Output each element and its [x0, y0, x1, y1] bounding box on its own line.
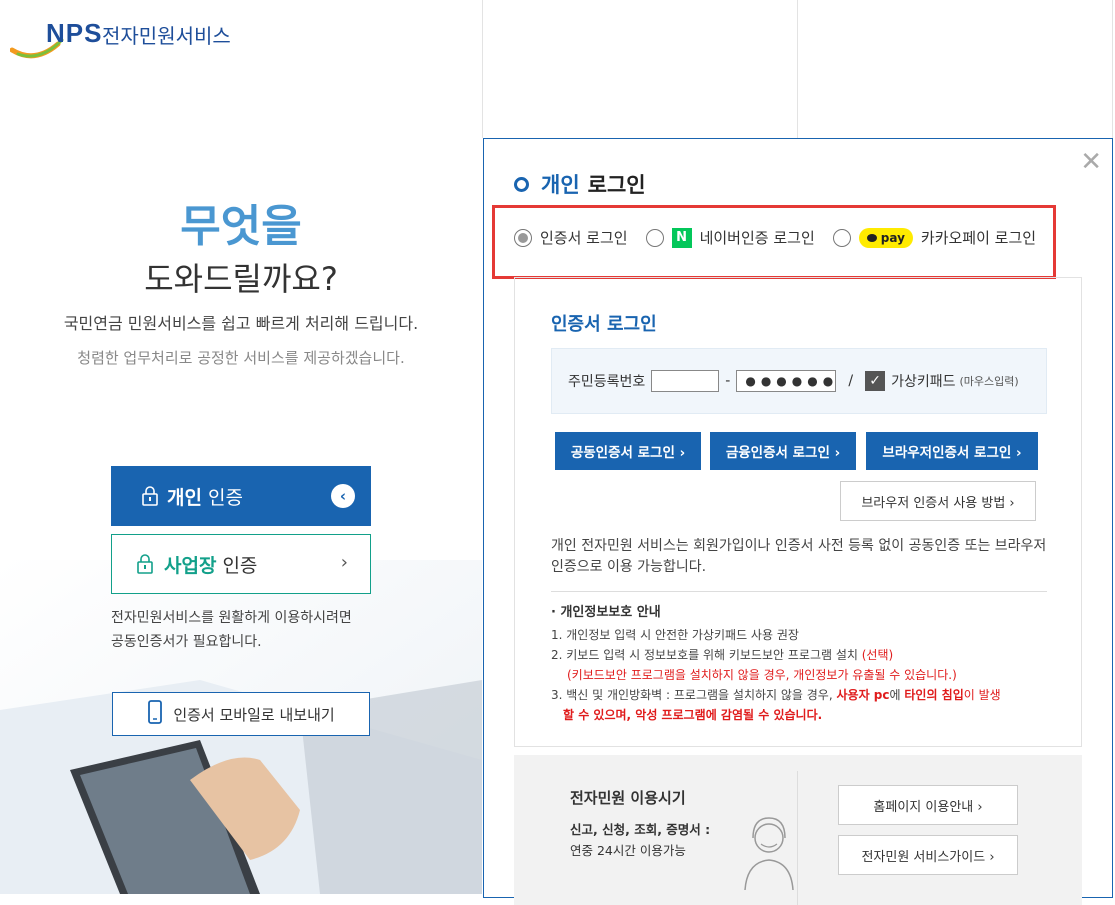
lock-icon	[136, 554, 154, 574]
service-hours-text: 신고, 신청, 조회, 증명서 : 연중 24시간 이용가능	[570, 822, 711, 858]
virtual-keypad-label: 가상키패드	[891, 374, 956, 390]
radio-label: 카카오페이 로그인	[920, 229, 1037, 247]
rrn-front-input[interactable]	[651, 370, 720, 392]
ring-bullet-icon	[514, 176, 529, 192]
personal-login-modal: ✕ 개인 로그인 인증서 로그인 N 네이버인증 로그인 pay 카카오페이 로…	[483, 138, 1113, 905]
privacy-item: 1. 개인정보 입력 시 안전한 가상키패드 사용 권장	[551, 628, 799, 642]
cert-mobile-export-button[interactable]: 인증서 모바일로 내보내기	[112, 692, 370, 736]
cert-required-note: 전자민원서비스를 원활하게 이용하시려면 공동인증서가 필요합니다.	[111, 606, 391, 654]
rrn-slash: /	[848, 373, 854, 389]
virtual-keypad-sublabel: (마우스입력)	[959, 375, 1019, 388]
hero-tagline: 청렴한 업무처리로 공정한 서비스를 제공하겠습니다.	[77, 349, 405, 367]
bg-divider	[482, 0, 483, 138]
joint-cert-login-button[interactable]: 공동인증서 로그인 ›	[555, 432, 701, 470]
modal-title: 개인 로그인	[514, 169, 646, 199]
rrn-input-group: 주민등록번호 - ●●●●●● / ✓ 가상키패드 (마우스입력)	[551, 348, 1047, 414]
note-line: 전자민원서비스를 원활하게 이용하시려면	[111, 610, 352, 626]
privacy-heading: · 개인정보보호 안내	[551, 605, 661, 620]
note-line: 공동인증서가 필요합니다.	[111, 634, 262, 650]
rrn-back-input[interactable]: ●●●●●●	[736, 370, 837, 392]
chevron-left-icon: ‹	[331, 484, 355, 508]
cert-login-title: 인증서 로그인	[551, 314, 657, 335]
mobile-export-label: 인증서 모바일로 내보내기	[173, 705, 335, 724]
logo-brand: NPS	[46, 18, 103, 48]
virtual-keypad-checkbox[interactable]: ✓	[865, 371, 886, 391]
hero-description: 국민연금 민원서비스를 쉽고 빠르게 처리해 드립니다.	[63, 314, 419, 333]
business-auth-label-bold: 사업장	[164, 554, 217, 577]
rrn-label: 주민등록번호	[568, 374, 646, 390]
homepage-guide-button[interactable]: 홈페이지 이용안내 ›	[838, 785, 1018, 825]
business-auth-button[interactable]: 사업장 인증 ›	[111, 534, 371, 594]
rrn-dash: -	[725, 373, 731, 389]
privacy-warning: (키보드보안 프로그램을 설치하지 않을 경우, 개인정보가 유출될 수 있습니…	[567, 668, 957, 682]
privacy-item: 2. 키보드 입력 시 정보보호를 위해 키보드보안 프로그램 설치 (선택)	[551, 648, 894, 662]
naver-logo-icon: N	[671, 227, 692, 248]
personal-auth-label-bold: 개인	[167, 486, 202, 509]
browser-cert-howto-button[interactable]: 브라우저 인증서 사용 방법 ›	[840, 481, 1036, 521]
radio-button[interactable]	[832, 228, 851, 247]
hero-heading: 무엇을	[180, 201, 302, 252]
login-method-group: 인증서 로그인 N 네이버인증 로그인 pay 카카오페이 로그인	[514, 227, 1054, 248]
logo-service-name: 전자민원서비스	[102, 24, 231, 48]
service-guide-button[interactable]: 전자민원 서비스가이드 ›	[838, 835, 1018, 875]
radio-button-selected[interactable]	[514, 228, 532, 247]
radio-cert-login[interactable]: 인증서 로그인	[514, 227, 628, 248]
service-hours-title: 전자민원 이용시기	[570, 789, 686, 807]
personal-auth-label: 인증	[207, 486, 243, 509]
close-icon[interactable]: ✕	[1080, 149, 1102, 175]
privacy-notice: · 개인정보보호 안내 1. 개인정보 입력 시 안전한 가상키패드 사용 권장…	[551, 603, 1061, 725]
radio-label: 인증서 로그인	[540, 229, 628, 247]
personal-auth-button[interactable]: 개인 인증 ‹	[111, 466, 371, 526]
business-auth-label: 인증	[222, 554, 258, 577]
mobile-phone-icon	[147, 700, 163, 728]
cert-login-panel: 인증서 로그인 주민등록번호 - ●●●●●● / ✓ 가상키패드 (마우스입력…	[514, 277, 1082, 747]
site-logo[interactable]: NPS 전자민원서비스	[10, 14, 250, 60]
service-description: 개인 전자민원 서비스는 회원가입이나 인증서 사전 등록 없이 공동인증 또는…	[551, 538, 1047, 575]
kakaopay-logo-icon: pay	[858, 227, 913, 248]
modal-title-accent: 개인	[541, 173, 580, 197]
privacy-item: 3. 백신 및 개인방화벽 : 프로그램을 설치하지 않을 경우, 사용자 pc…	[551, 688, 1001, 702]
bg-divider	[1112, 0, 1113, 138]
bg-divider	[797, 0, 798, 138]
modal-title-text: 로그인	[587, 173, 646, 197]
radio-button[interactable]	[645, 228, 664, 247]
chevron-right-icon: ›	[340, 552, 348, 573]
lock-icon	[141, 486, 159, 506]
radio-kakaopay-login[interactable]: pay 카카오페이 로그인	[832, 227, 1037, 248]
divider	[551, 591, 1047, 592]
privacy-warning: 할 수 있으며, 악성 프로그램에 감염될 수 있습니다.	[563, 708, 823, 722]
support-agent-icon	[739, 810, 799, 894]
hero-subheading: 도와드릴까요?	[144, 260, 338, 298]
financial-cert-login-button[interactable]: 금융인증서 로그인 ›	[710, 432, 856, 470]
service-hours-panel: 전자민원 이용시기 신고, 신청, 조회, 증명서 : 연중 24시간 이용가능…	[514, 755, 1082, 905]
radio-naver-login[interactable]: N 네이버인증 로그인	[645, 227, 815, 248]
divider	[797, 771, 798, 905]
browser-cert-login-button[interactable]: 브라우저인증서 로그인 ›	[866, 432, 1038, 470]
radio-label: 네이버인증 로그인	[699, 229, 815, 247]
